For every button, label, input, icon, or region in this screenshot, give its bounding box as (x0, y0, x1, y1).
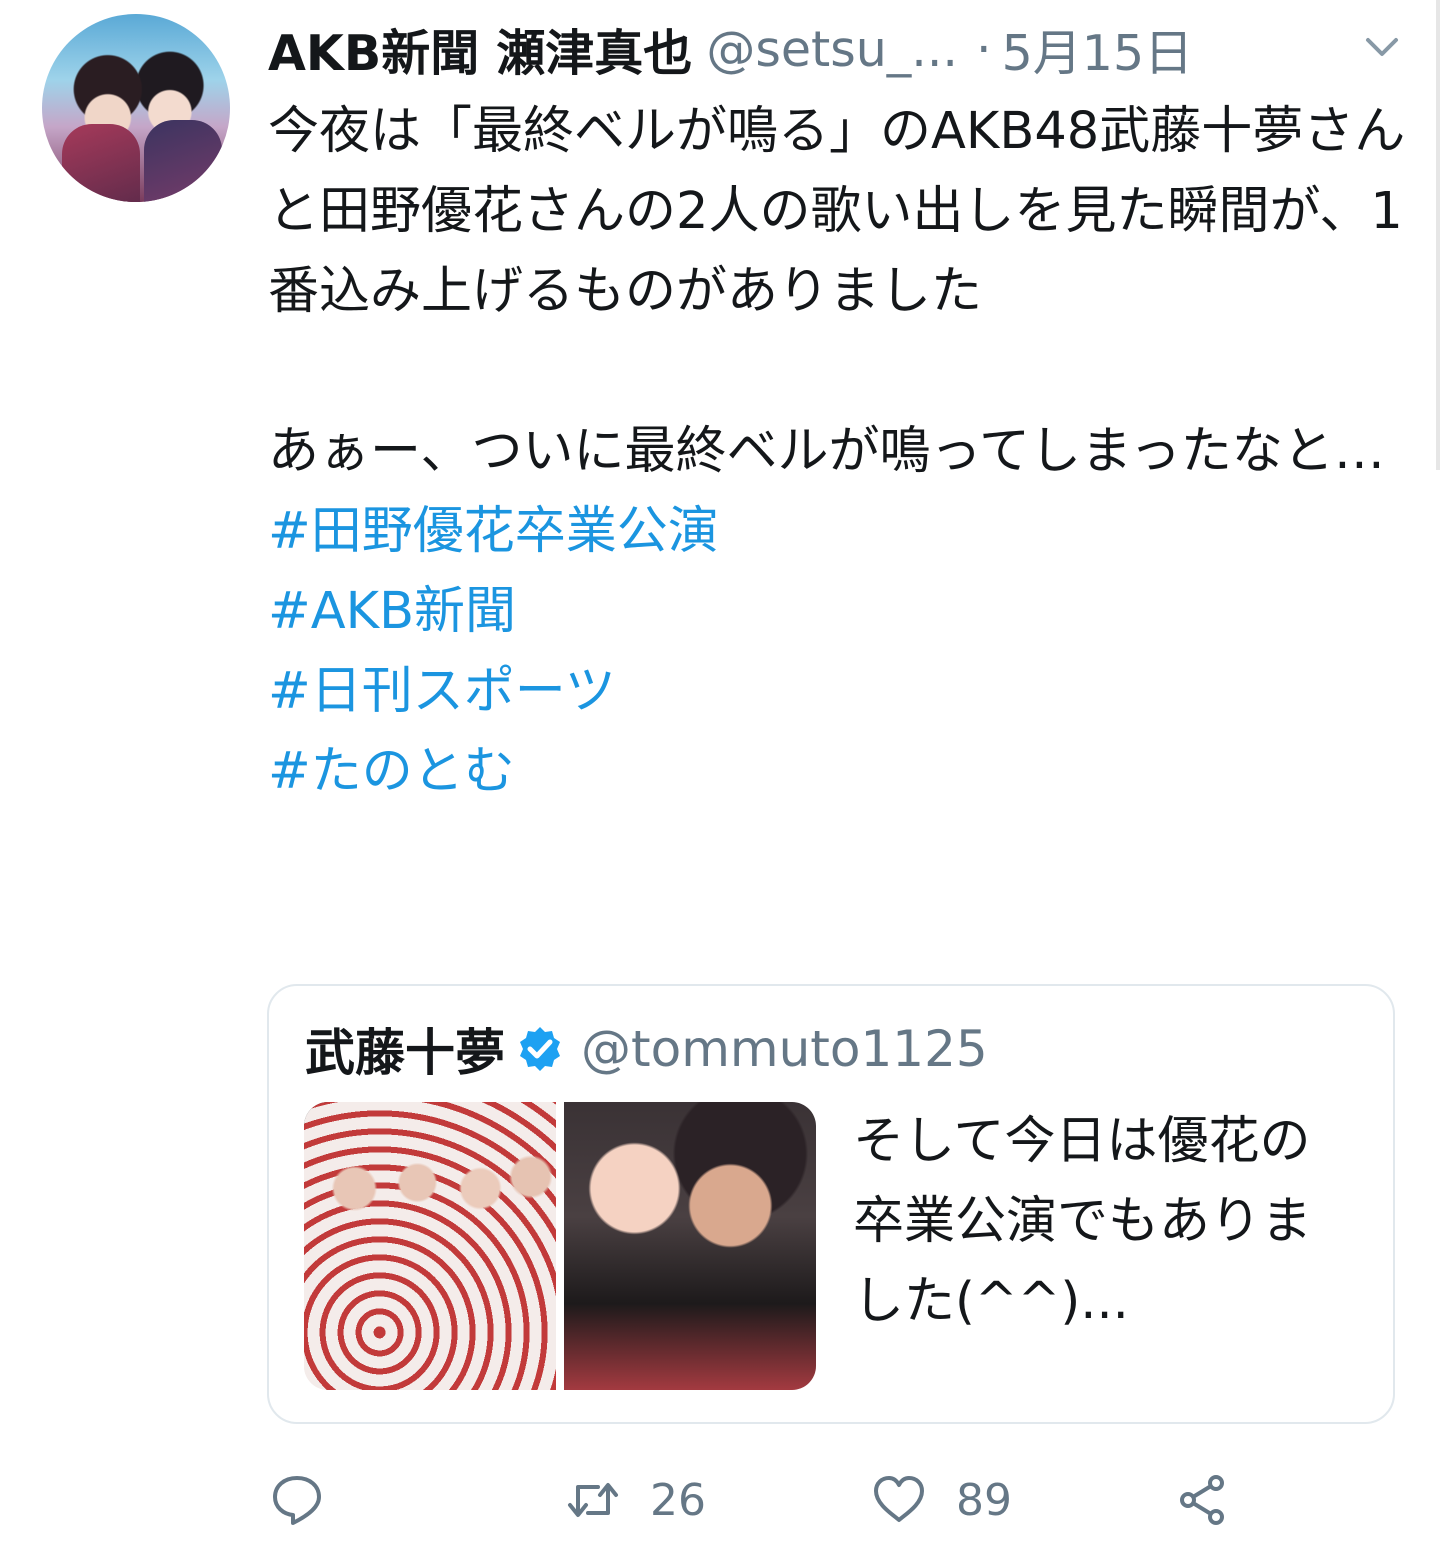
tweet-header: AKB新聞 瀬津真也 @setsu_... · 5月15日 (268, 14, 1193, 84)
hashtag-link[interactable]: #AKB新聞 (268, 572, 1408, 652)
tweet-body: 今夜は「最終ベルが鳴る」のAKB48武藤十夢さんと田野優花さんの2人の歌い出しを… (268, 92, 1408, 812)
quoted-tweet-card[interactable]: 武藤十夢 @tommuto1125 そして今日は優花の卒業公演でもありました(^… (267, 984, 1395, 1424)
quoted-photo-group[interactable] (304, 1102, 556, 1390)
verified-badge-icon (520, 1027, 560, 1071)
quoted-tweet-header: 武藤十夢 @tommuto1125 (305, 1014, 988, 1084)
like-count: 89 (956, 1474, 1012, 1526)
tweet-date[interactable]: 5月15日 (1002, 14, 1194, 85)
like-button[interactable]: 89 (872, 1460, 1012, 1540)
hashtag-link[interactable]: #田野優花卒業公演 (268, 492, 1408, 572)
tweet-paragraph-2: あぁー、ついに最終ベルが鳴ってしまったなと… (268, 422, 1385, 481)
quoted-media-grid[interactable] (304, 1102, 816, 1390)
share-button[interactable] (1176, 1460, 1230, 1540)
quoted-author-name: 武藤十夢 (305, 1024, 505, 1082)
chevron-down-icon[interactable] (1362, 28, 1402, 68)
reply-button[interactable] (270, 1460, 354, 1540)
separator-dot: · (976, 20, 992, 78)
tweet-actions-bar: 26 89 (0, 1460, 1440, 1540)
author-handle[interactable]: @setsu_... (706, 21, 958, 78)
quoted-tweet-text: そして今日は優花の卒業公演でもありました(^^)... (853, 1112, 1313, 1331)
hashtag-link[interactable]: #たのとむ (268, 732, 1408, 812)
author-avatar[interactable] (42, 14, 230, 202)
hashtag-link[interactable]: #日刊スポーツ (268, 652, 1408, 732)
retweet-button[interactable]: 26 (566, 1460, 706, 1540)
quoted-author-handle: @tommuto1125 (581, 1020, 988, 1078)
retweet-count: 26 (650, 1474, 706, 1526)
author-name[interactable]: AKB新聞 瀬津真也 (268, 14, 692, 85)
scrollbar-hint (1428, 0, 1440, 470)
share-icon (1180, 1475, 1224, 1525)
reply-icon (273, 1476, 321, 1525)
heart-icon (874, 1476, 924, 1522)
tweet-paragraph-1: 今夜は「最終ベルが鳴る」のAKB48武藤十夢さんと田野優花さんの2人の歌い出しを… (268, 102, 1406, 321)
quoted-photo-duo[interactable] (564, 1102, 816, 1390)
retweet-icon (568, 1483, 618, 1517)
